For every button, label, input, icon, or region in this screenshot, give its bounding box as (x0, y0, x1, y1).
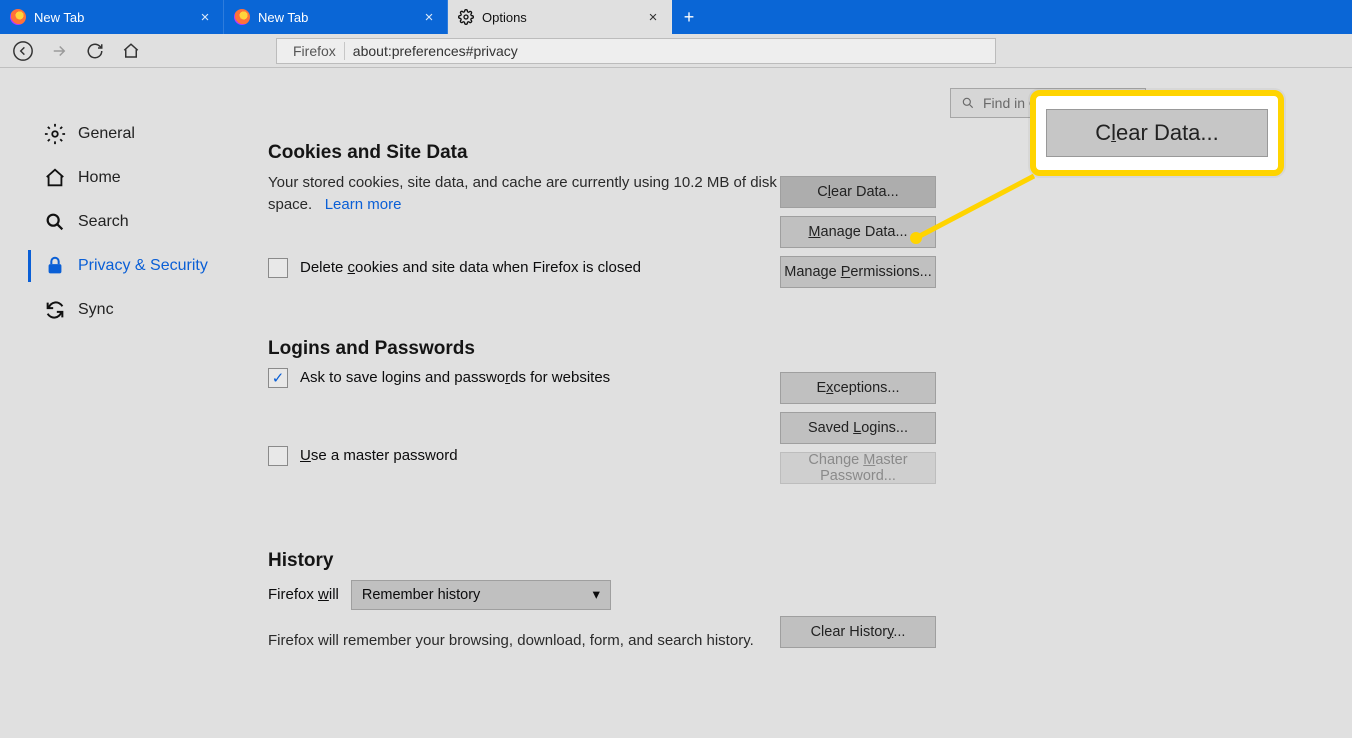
section-logins: Logins and Passwords ✓ Ask to save login… (268, 338, 1312, 466)
history-label: Firefox will (268, 586, 339, 603)
checkbox-label: Delete cookies and site data when Firefo… (300, 259, 641, 276)
saved-logins-button[interactable]: Saved Logins... (780, 412, 936, 444)
callout-clear-data-button: Clear Data... (1046, 109, 1268, 157)
section-history: History Firefox will Remember history ▾ … (268, 550, 1312, 652)
section-title: Logins and Passwords (268, 338, 1312, 360)
close-icon[interactable]: × (645, 9, 661, 25)
forward-button[interactable] (48, 40, 70, 62)
learn-more-link[interactable]: Learn more (325, 196, 402, 213)
change-master-password-button: Change Master Password... (780, 452, 936, 484)
select-value: Remember history (362, 587, 480, 603)
section-title: History (268, 550, 1312, 572)
close-icon[interactable]: × (421, 9, 437, 25)
sidebar-item-home[interactable]: Home (0, 156, 242, 200)
use-master-password-checkbox[interactable] (268, 446, 288, 466)
lock-icon (44, 255, 66, 277)
identity-label: Firefox (293, 43, 336, 59)
tab-bar: New Tab × New Tab × Options × + (0, 0, 1352, 34)
gear-icon (458, 9, 474, 25)
search-icon (961, 96, 975, 110)
sidebar-item-sync[interactable]: Sync (0, 288, 242, 332)
firefox-icon (234, 9, 250, 25)
tab-title: New Tab (258, 10, 413, 25)
tab-title: Options (482, 10, 637, 25)
url-text: about:preferences#privacy (353, 43, 518, 59)
sidebar-item-privacy[interactable]: Privacy & Security (0, 244, 242, 288)
manage-permissions-button[interactable]: Manage Permissions... (780, 256, 936, 288)
delete-cookies-on-close-checkbox[interactable] (268, 258, 288, 278)
history-mode-select[interactable]: Remember history ▾ (351, 580, 611, 610)
gear-icon (44, 123, 66, 145)
checkbox-label: Use a master password (300, 447, 458, 464)
home-button[interactable] (120, 40, 142, 62)
browser-tab-options[interactable]: Options × (448, 0, 672, 34)
chevron-down-icon: ▾ (593, 587, 600, 603)
browser-tab-1[interactable]: New Tab × (0, 0, 224, 34)
annotation-dot (910, 232, 922, 244)
section-description: Your stored cookies, site data, and cach… (268, 172, 778, 216)
clear-history-button[interactable]: Clear History... (780, 616, 936, 648)
sidebar-item-label: Privacy & Security (44, 257, 208, 275)
home-icon (44, 167, 66, 189)
sidebar-item-general[interactable]: General (0, 112, 242, 156)
back-button[interactable] (12, 40, 34, 62)
url-bar[interactable]: Firefox about:preferences#privacy (276, 38, 996, 64)
new-tab-button[interactable]: + (672, 0, 706, 34)
firefox-icon (10, 9, 26, 25)
reload-button[interactable] (84, 40, 106, 62)
preferences-sidebar: General Home Search Privacy & Security S… (0, 68, 242, 738)
callout-highlight: Clear Data... (1030, 90, 1284, 176)
sidebar-item-search[interactable]: Search (0, 200, 242, 244)
separator (344, 42, 345, 60)
sync-icon (44, 299, 66, 321)
checkbox-label: Ask to save logins and passwords for web… (300, 369, 610, 386)
browser-tab-2[interactable]: New Tab × (224, 0, 448, 34)
exceptions-button[interactable]: Exceptions... (780, 372, 936, 404)
nav-toolbar: Firefox about:preferences#privacy (0, 34, 1352, 68)
close-icon[interactable]: × (197, 9, 213, 25)
search-icon (44, 211, 66, 233)
clear-data-button[interactable]: Clear Data... (780, 176, 936, 208)
history-desc: Firefox will remember your browsing, dow… (268, 630, 828, 652)
tab-title: New Tab (34, 10, 189, 25)
ask-to-save-checkbox[interactable]: ✓ (268, 368, 288, 388)
